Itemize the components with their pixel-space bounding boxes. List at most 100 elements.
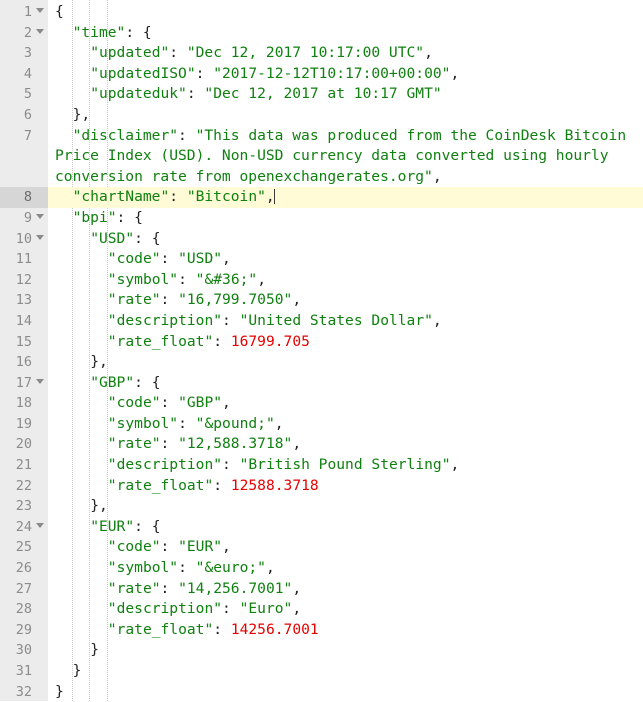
code-line-24[interactable]: "EUR": { (48, 517, 643, 538)
code-line-8[interactable]: "chartName": "Bitcoin", (48, 187, 643, 208)
code-line-28[interactable]: "description": "Euro", (48, 599, 643, 620)
line-number-21[interactable]: 21 (0, 455, 48, 476)
code-line-27[interactable]: "rate": "14,256.7001", (48, 579, 643, 600)
code-line-9[interactable]: "bpi": { (48, 208, 643, 229)
code-line-14[interactable]: "description": "United States Dollar", (48, 311, 643, 332)
code-line-2[interactable]: "time": { (48, 23, 643, 44)
line-number-7[interactable]: 7 (0, 126, 48, 147)
line-number-8[interactable]: 8 (0, 187, 48, 208)
line-number-23[interactable]: 23 (0, 496, 48, 517)
line-number-26[interactable]: 26 (0, 558, 48, 579)
line-number-3[interactable]: 3 (0, 43, 48, 64)
line-number-4[interactable]: 4 (0, 64, 48, 85)
token-punc: , (292, 435, 302, 453)
fold-triangle-down-icon[interactable] (34, 208, 45, 229)
token-punc: : (178, 559, 196, 577)
token-str: "Bitcoin" (186, 188, 266, 206)
token-str: "This data was produced from the CoinDes… (195, 126, 627, 144)
json-code-editor[interactable]: 1 2 3 4 5 6 7 8 9 10 11 12 13 14 15 16 17 18 19 20 21 22 23 24 2… (0, 0, 643, 701)
fold-triangle-down-icon[interactable] (34, 373, 45, 394)
code-line-19[interactable]: "symbol": "&pound;", (48, 414, 643, 435)
line-number-18[interactable]: 18 (0, 393, 48, 414)
line-number-5[interactable]: 5 (0, 84, 48, 105)
line-number-label: 5 (23, 86, 32, 103)
code-line-10[interactable]: "USD": { (48, 229, 643, 250)
code-line-18[interactable]: "code": "GBP", (48, 393, 643, 414)
line-number-19[interactable]: 19 (0, 414, 48, 435)
line-number-wrap-continuation[interactable] (0, 146, 48, 167)
code-content-area[interactable]: {"time": {"updated": "Dec 12, 2017 10:17… (48, 0, 643, 701)
line-number-25[interactable]: 25 (0, 537, 48, 558)
line-number-30[interactable]: 30 (0, 640, 48, 661)
code-line-23[interactable]: }, (48, 496, 643, 517)
code-line-30[interactable]: } (48, 640, 643, 661)
token-punc: , (274, 414, 284, 432)
fold-triangle-down-icon[interactable] (34, 517, 45, 538)
line-number-label: 24 (15, 518, 32, 535)
line-number-24[interactable]: 24 (0, 517, 48, 538)
line-number-28[interactable]: 28 (0, 599, 48, 620)
token-str: "USD" (178, 250, 223, 268)
code-line-29[interactable]: "rate_float": 14256.7001 (48, 620, 643, 641)
line-number-27[interactable]: 27 (0, 579, 48, 600)
code-line-21[interactable]: "description": "British Pound Sterling", (48, 455, 643, 476)
fold-triangle-down-icon[interactable] (34, 23, 45, 44)
token-str: "British Pound Sterling" (239, 456, 451, 474)
line-number-22[interactable]: 22 (0, 476, 48, 497)
line-number-1[interactable]: 1 (0, 2, 48, 23)
line-number-11[interactable]: 11 (0, 249, 48, 270)
line-number-17[interactable]: 17 (0, 373, 48, 394)
code-line-1[interactable]: { (48, 2, 643, 23)
token-punc: : (195, 64, 214, 82)
line-number-10[interactable]: 10 (0, 229, 48, 250)
code-line-25[interactable]: "code": "EUR", (48, 537, 643, 558)
token-str: "GBP" (178, 394, 223, 412)
code-line-3[interactable]: "updated": "Dec 12, 2017 10:17:00 UTC", (48, 43, 643, 64)
code-line-11[interactable]: "code": "USD", (48, 249, 643, 270)
token-str: "rate_float" (107, 620, 214, 638)
line-number-9[interactable]: 9 (0, 208, 48, 229)
token-punc: : (222, 311, 240, 329)
line-number-31[interactable]: 31 (0, 661, 48, 682)
fold-triangle-down-icon[interactable] (34, 2, 45, 23)
code-line-12[interactable]: "symbol": "&#36;", (48, 270, 643, 291)
line-number-20[interactable]: 20 (0, 434, 48, 455)
line-number-gutter[interactable]: 1 2 3 4 5 6 7 8 9 10 11 12 13 14 15 16 17 18 19 20 21 22 23 24 2… (0, 0, 48, 701)
token-str: "14,256.7001" (178, 579, 293, 597)
token-str: "Euro" (239, 600, 293, 618)
line-number-label: 11 (15, 251, 32, 268)
token-str: "EUR" (178, 538, 223, 556)
line-number-32[interactable]: 32 (0, 682, 48, 702)
code-line-6[interactable]: }, (48, 105, 643, 126)
line-number-label: 6 (23, 106, 32, 123)
code-line-wrapped-continuation[interactable]: conversion rate from openexchangerates.o… (48, 167, 643, 188)
code-line-32[interactable]: } (48, 682, 643, 701)
line-number-label: 8 (23, 189, 32, 206)
code-line-13[interactable]: "rate": "16,799.7050", (48, 290, 643, 311)
code-line-4[interactable]: "updatedISO": "2017-12-12T10:17:00+00:00… (48, 64, 643, 85)
code-line-31[interactable]: } (48, 661, 643, 682)
line-number-16[interactable]: 16 (0, 352, 48, 373)
line-number-29[interactable]: 29 (0, 620, 48, 641)
code-line-15[interactable]: "rate_float": 16799.705 (48, 332, 643, 353)
line-number-6[interactable]: 6 (0, 105, 48, 126)
code-line-22[interactable]: "rate_float": 12588.3718 (48, 476, 643, 497)
line-number-14[interactable]: 14 (0, 311, 48, 332)
token-str: "2017-12-12T10:17:00+00:00" (213, 64, 451, 82)
line-number-13[interactable]: 13 (0, 290, 48, 311)
code-line-17[interactable]: "GBP": { (48, 373, 643, 394)
line-number-wrap-continuation[interactable] (0, 167, 48, 188)
line-number-15[interactable]: 15 (0, 332, 48, 353)
code-line-20[interactable]: "rate": "12,588.3718", (48, 434, 643, 455)
code-line-wrapped-continuation[interactable]: Price Index (USD). Non-USD currency data… (48, 146, 643, 167)
code-line-16[interactable]: }, (48, 352, 643, 373)
token-punc: : (186, 85, 205, 103)
line-number-12[interactable]: 12 (0, 270, 48, 291)
code-line-5[interactable]: "updateduk": "Dec 12, 2017 at 10:17 GMT" (48, 84, 643, 105)
line-number-2[interactable]: 2 (0, 23, 48, 44)
token-str: "symbol" (107, 414, 179, 432)
code-line-7[interactable]: "disclaimer": "This data was produced fr… (48, 126, 643, 147)
fold-triangle-down-icon[interactable] (34, 229, 45, 250)
code-line-26[interactable]: "symbol": "&euro;", (48, 558, 643, 579)
line-number-label: 4 (23, 65, 32, 82)
